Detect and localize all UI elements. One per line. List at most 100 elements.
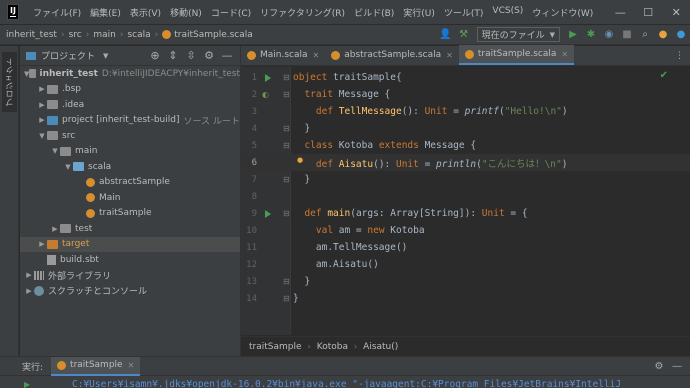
- update-icon[interactable]: ●: [654, 26, 672, 44]
- editor-breadcrumb-item[interactable]: Kotoba: [317, 342, 348, 352]
- coverage-icon[interactable]: ◉: [600, 26, 618, 44]
- close-icon[interactable]: ✕: [662, 0, 690, 24]
- tree-item[interactable]: ▼ src: [20, 128, 240, 144]
- fold-icon[interactable]: ⊟: [283, 73, 290, 82]
- chevron-right-icon[interactable]: ▶: [37, 240, 47, 248]
- locate-file-icon[interactable]: ⊕: [146, 47, 164, 65]
- fold-icon[interactable]: ⊟: [283, 277, 290, 286]
- menu-item[interactable]: 実行(U): [403, 6, 435, 19]
- menu-item[interactable]: ビルド(B): [354, 6, 394, 19]
- fold-icon[interactable]: ⊟: [283, 90, 290, 99]
- code-area[interactable]: 1 ⊟ object traitSample{2 ◐ ⊟ trait Message {…: [241, 67, 690, 335]
- menu-item[interactable]: ツール(T): [444, 6, 484, 19]
- collapse-all-icon[interactable]: ⇳: [182, 47, 200, 65]
- chevron-right-icon[interactable]: ▶: [37, 85, 47, 93]
- code-token: =: [424, 158, 437, 170]
- tree-item[interactable]: ▼ inherit_test D:¥intelliJIDEACPY¥inherit_…: [20, 66, 240, 82]
- hide-icon[interactable]: —: [218, 47, 236, 65]
- tree-item[interactable]: ▶ .idea: [20, 97, 240, 113]
- tree-item[interactable]: abstractSample: [20, 175, 240, 191]
- tree-item[interactable]: ▶ スクラッチとコンソール: [20, 283, 240, 299]
- breadcrumb-item[interactable]: traitSample.scala: [162, 30, 253, 40]
- tree-item[interactable]: ▶ project [inherit_test-build] ソース ルート: [20, 113, 240, 129]
- breadcrumb-item[interactable]: inherit_test: [6, 30, 57, 40]
- close-icon[interactable]: ✕: [313, 51, 320, 60]
- maximize-icon[interactable]: ☐: [634, 0, 662, 24]
- menu-items: ファイル(F) 編集(E) 表示(V) 移動(N) コード(C) リファクタリング(R) ビ…: [33, 6, 602, 19]
- editor-breadcrumb-item[interactable]: Aisatu(): [363, 342, 398, 352]
- implemented-icon[interactable]: ◐: [262, 90, 269, 99]
- chevron-right-icon[interactable]: ▶: [50, 225, 60, 233]
- menu-item[interactable]: 移動(N): [170, 6, 202, 19]
- breadcrumb-item[interactable]: main: [93, 30, 116, 40]
- tree-item[interactable]: ▶ target: [20, 236, 240, 252]
- stop-icon[interactable]: ■: [618, 26, 636, 44]
- run-icon[interactable]: ▶: [564, 26, 582, 44]
- project-tool-tab[interactable]: プロジェクト: [2, 52, 17, 112]
- fold-icon[interactable]: ⊟: [283, 294, 290, 303]
- tree-item[interactable]: ▶ .bsp: [20, 82, 240, 98]
- chevron-down-icon[interactable]: ▼: [37, 132, 47, 140]
- editor-tab[interactable]: Main.scala ✕: [241, 45, 325, 65]
- tree-item[interactable]: ▶ 外部ライブラリ: [20, 268, 240, 284]
- chevron-down-icon[interactable]: ▼: [63, 163, 73, 171]
- run-gutter-icon[interactable]: [265, 73, 271, 82]
- build-hammer-icon[interactable]: ⚒: [455, 26, 473, 44]
- code-line: 12 am.Aisatu(): [241, 256, 690, 273]
- editor-breadcrumb-item[interactable]: traitSample: [249, 342, 302, 352]
- tree-item[interactable]: build.sbt: [20, 252, 240, 268]
- run-tab[interactable]: traitSample ✕: [51, 356, 141, 376]
- editor-tab[interactable]: traitSample.scala ✕: [458, 45, 575, 65]
- editor-tab[interactable]: abstractSample.scala ✕: [325, 45, 459, 65]
- tree-item[interactable]: traitSample: [20, 206, 240, 222]
- menu-item[interactable]: VCS(S): [492, 6, 523, 19]
- project-panel-title[interactable]: プロジェクト: [41, 49, 95, 62]
- menu-item[interactable]: 編集(E): [90, 6, 121, 19]
- menu-item[interactable]: ウィンドウ(W): [532, 6, 593, 19]
- tree-item-label: project [inherit_test-build]: [62, 115, 180, 126]
- chevron-down-icon[interactable]: ▼: [50, 147, 60, 155]
- tree-item-label: .idea: [62, 99, 85, 110]
- close-icon[interactable]: ✕: [446, 51, 453, 60]
- fold-icon[interactable]: ⊟: [283, 175, 290, 184]
- no-problems-check-icon[interactable]: ✔: [660, 70, 668, 81]
- breadcrumb-item[interactable]: src: [69, 30, 82, 40]
- more-tabs-icon[interactable]: ⋮: [669, 51, 690, 61]
- gear-icon[interactable]: ⚙: [650, 357, 668, 375]
- scala-object-icon: [86, 177, 95, 187]
- close-icon[interactable]: ✕: [128, 361, 135, 370]
- tree-item-label: build.sbt: [60, 254, 99, 265]
- menu-item[interactable]: 表示(V): [130, 6, 161, 19]
- tree-item[interactable]: ▼ main: [20, 144, 240, 160]
- run-gutter-icon[interactable]: [265, 209, 271, 218]
- expand-all-icon[interactable]: ⇕: [164, 47, 182, 65]
- fold-icon[interactable]: ⊟: [283, 124, 290, 133]
- minimize-icon[interactable]: —: [606, 0, 634, 24]
- fold-icon[interactable]: ⊟: [283, 141, 290, 150]
- hide-icon[interactable]: —: [668, 357, 686, 375]
- debug-icon[interactable]: ✱: [582, 26, 600, 44]
- rerun-icon[interactable]: ▶: [24, 380, 30, 388]
- run-configuration-select[interactable]: 現在のファイル ▼: [476, 27, 560, 42]
- jetbrains-icon[interactable]: ●: [672, 26, 690, 44]
- menu-item[interactable]: リファクタリング(R): [260, 6, 345, 19]
- tree-item[interactable]: ▶ test: [20, 221, 240, 237]
- chevron-right-icon[interactable]: ▶: [24, 287, 34, 295]
- gear-icon[interactable]: ⚙: [200, 47, 218, 65]
- folder-icon: [60, 224, 71, 234]
- close-icon[interactable]: ✕: [561, 50, 568, 59]
- user-icon[interactable]: 👤: [437, 26, 455, 44]
- fold-icon[interactable]: ⊟: [283, 209, 290, 218]
- code-token: new: [367, 225, 391, 236]
- tree-item[interactable]: Main: [20, 190, 240, 206]
- menu-item[interactable]: コード(C): [211, 6, 251, 19]
- tree-item[interactable]: ▼ scala: [20, 159, 240, 175]
- chevron-right-icon[interactable]: ▶: [37, 116, 47, 124]
- search-icon[interactable]: ⌕: [636, 26, 654, 44]
- chevron-right-icon[interactable]: ▶: [37, 101, 47, 109]
- breadcrumb-item[interactable]: scala: [127, 30, 150, 40]
- menu-item[interactable]: ファイル(F): [33, 6, 81, 19]
- chevron-down-icon[interactable]: ▼: [103, 52, 108, 60]
- tree-item-label: test: [75, 223, 93, 234]
- chevron-right-icon[interactable]: ▶: [24, 271, 34, 279]
